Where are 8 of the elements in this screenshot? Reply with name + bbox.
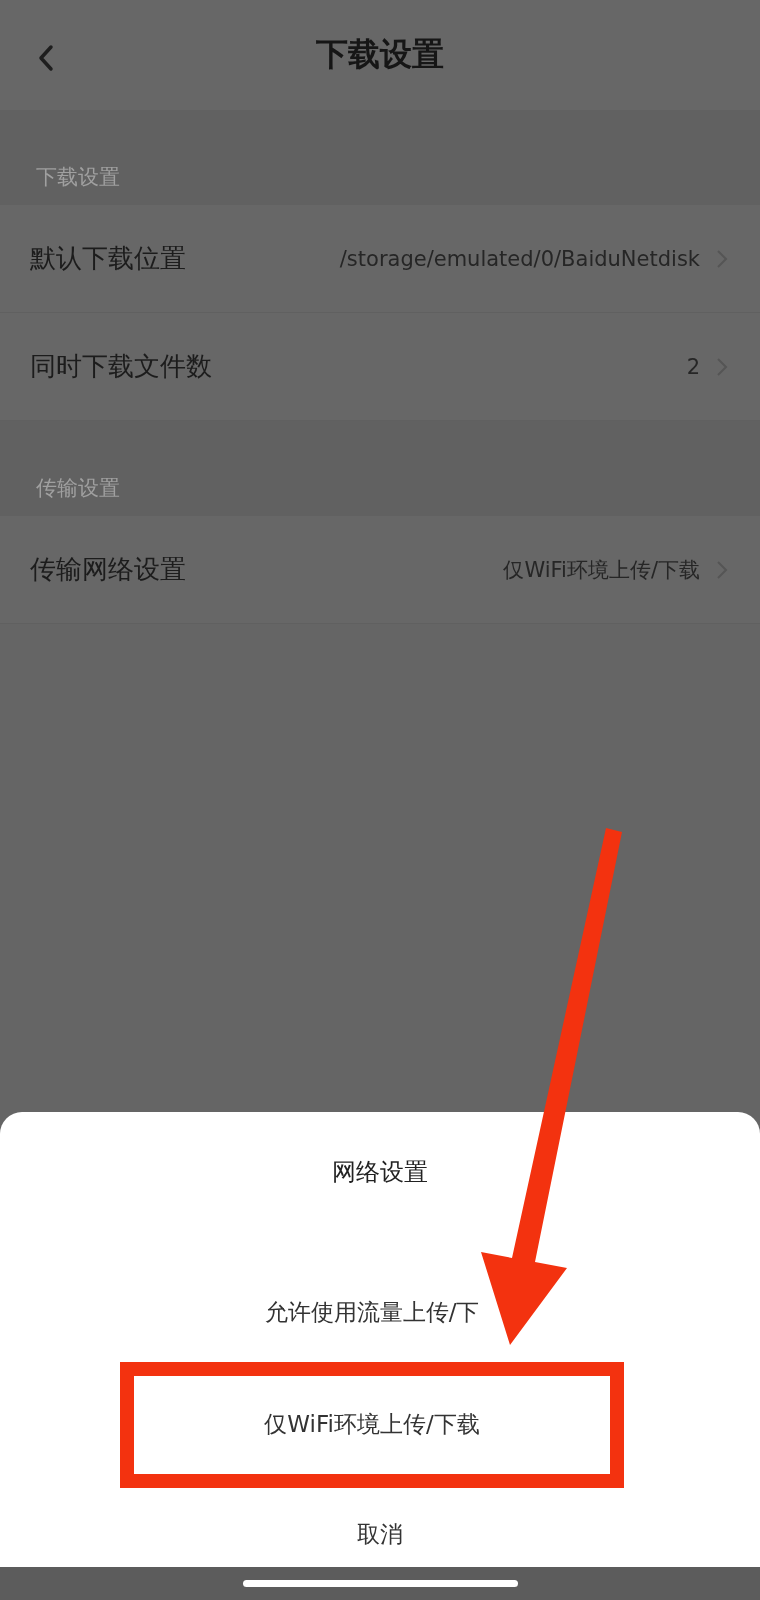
option-button[interactable]: 允许使用流量上传/下 bbox=[264, 1296, 480, 1328]
section-label: 传输设置 bbox=[36, 475, 120, 502]
sheet-title: 网络设置 bbox=[332, 1157, 428, 1188]
page-title: 下载设置 bbox=[316, 34, 444, 75]
cancel-button[interactable]: 取消 bbox=[357, 1518, 403, 1550]
section-label: 下载设置 bbox=[36, 164, 120, 191]
back-icon[interactable] bbox=[36, 44, 56, 72]
option-button[interactable]: 仅WiFi环境上传/下载 bbox=[264, 1408, 480, 1440]
